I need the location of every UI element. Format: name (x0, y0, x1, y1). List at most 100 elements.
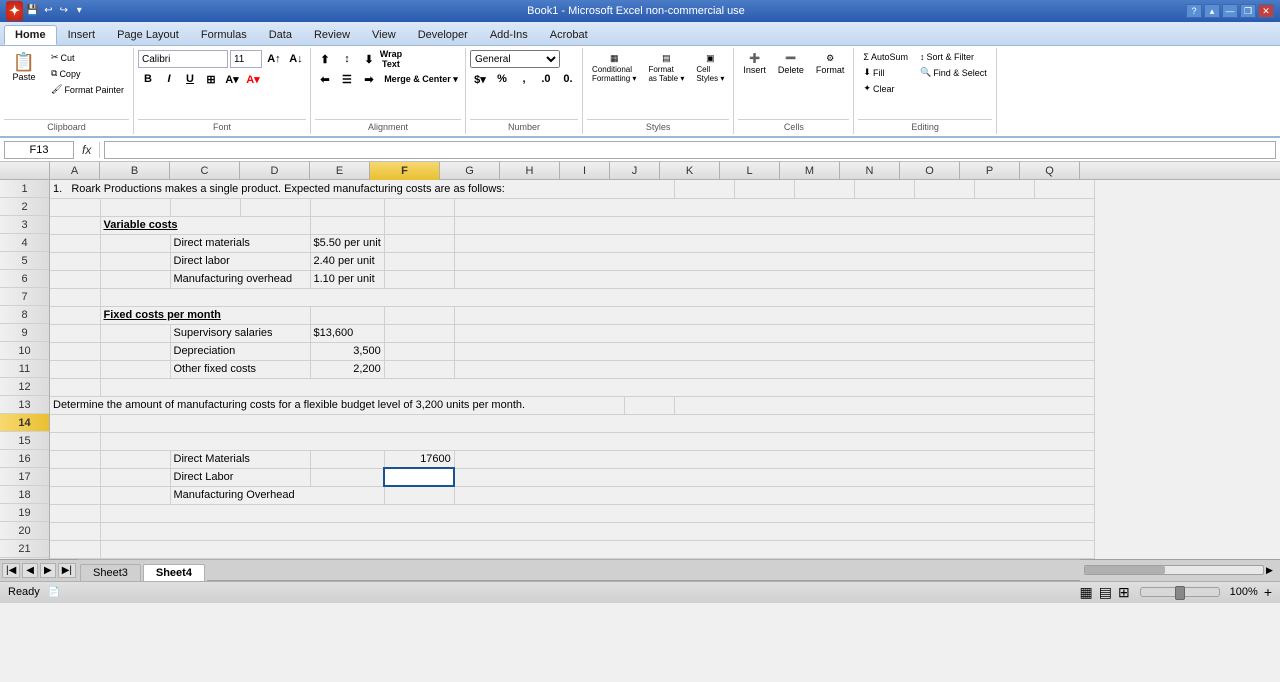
decrease-font-btn[interactable]: A↓ (286, 50, 306, 68)
row-num-10[interactable]: 10 (0, 342, 49, 360)
row-num-4[interactable]: 4 (0, 234, 49, 252)
tab-addins[interactable]: Add-Ins (479, 25, 539, 45)
cell-J13[interactable] (624, 396, 674, 414)
cell-A6[interactable] (50, 270, 100, 288)
col-header-H[interactable]: H (500, 162, 560, 180)
cut-button[interactable]: ✂ Cut (46, 50, 129, 65)
cell-A8[interactable] (50, 306, 100, 324)
cell-L1[interactable] (734, 180, 794, 198)
tab-home[interactable]: Home (4, 25, 57, 45)
sort-filter-button[interactable]: ↕ Sort & Filter (915, 50, 992, 64)
italic-button[interactable]: I (159, 70, 179, 88)
cell-C5[interactable]: Direct labor (170, 252, 310, 270)
cell-N1[interactable] (854, 180, 914, 198)
cell-B16[interactable] (100, 450, 170, 468)
tab-formulas[interactable]: Formulas (190, 25, 258, 45)
row-num-15[interactable]: 15 (0, 432, 49, 450)
sheet-nav-last[interactable]: ▶| (58, 563, 76, 578)
cell-C6[interactable]: Manufacturing overhead (170, 270, 310, 288)
decrease-decimal-btn[interactable]: 0. (558, 70, 578, 88)
row-num-18[interactable]: 18 (0, 486, 49, 504)
align-left-btn[interactable]: ⬅ (315, 70, 335, 88)
cell-C9[interactable]: Supervisory salaries (170, 324, 310, 342)
cell-O1[interactable] (914, 180, 974, 198)
row-num-14[interactable]: 14 (0, 414, 49, 432)
cell-C11[interactable]: Other fixed costs (170, 360, 310, 378)
tab-view[interactable]: View (361, 25, 407, 45)
tab-page-layout[interactable]: Page Layout (106, 25, 190, 45)
tab-data[interactable]: Data (258, 25, 303, 45)
col-header-E[interactable]: E (310, 162, 370, 180)
cell-B2[interactable] (100, 198, 170, 216)
quick-dropdown[interactable]: ▾ (73, 1, 86, 19)
cell-A5[interactable] (50, 252, 100, 270)
font-size-input[interactable] (230, 50, 262, 68)
row-num-5[interactable]: 5 (0, 252, 49, 270)
cell-P1[interactable] (974, 180, 1034, 198)
copy-button[interactable]: ⧉ Copy (46, 66, 129, 81)
cell-F8[interactable] (384, 306, 454, 324)
cell-B11[interactable] (100, 360, 170, 378)
cell-E3[interactable] (310, 216, 384, 234)
col-header-L[interactable]: L (720, 162, 780, 180)
row-num-7[interactable]: 7 (0, 288, 49, 306)
cell-A9[interactable] (50, 324, 100, 342)
cell-C2[interactable] (170, 198, 240, 216)
cell-A2[interactable] (50, 198, 100, 216)
cell-B8[interactable]: Fixed costs per month (100, 306, 310, 324)
cell-E5[interactable]: 2.40 per unit (310, 252, 384, 270)
cell-A14[interactable] (50, 414, 100, 432)
cell-F3[interactable] (384, 216, 454, 234)
format-painter-button[interactable]: 🖌 Format Painter (46, 82, 129, 97)
zoom-slider[interactable] (1175, 586, 1185, 600)
cell-A15[interactable] (50, 432, 100, 450)
maximize-btn[interactable]: ❐ (1240, 4, 1256, 18)
row-num-1[interactable]: 1 (0, 180, 49, 198)
align-top-btn[interactable]: ⬆ (315, 50, 335, 68)
font-name-input[interactable] (138, 50, 228, 68)
row-num-8[interactable]: 8 (0, 306, 49, 324)
row-num-11[interactable]: 11 (0, 360, 49, 378)
col-header-I[interactable]: I (560, 162, 610, 180)
sheet-tab-sheet4[interactable]: Sheet4 (143, 564, 205, 581)
cell-A12[interactable] (50, 378, 100, 396)
col-header-F[interactable]: F (370, 162, 440, 180)
col-header-N[interactable]: N (840, 162, 900, 180)
row-num-21[interactable]: 21 (0, 540, 49, 558)
cell-C18[interactable]: Manufacturing Overhead (170, 486, 384, 504)
cell-C16[interactable]: Direct Materials (170, 450, 310, 468)
cell-E16[interactable] (310, 450, 384, 468)
number-format-select[interactable]: General Number Currency Short Date (470, 50, 560, 68)
close-btn[interactable]: ✕ (1258, 4, 1274, 18)
row-num-16[interactable]: 16 (0, 450, 49, 468)
cell-F4[interactable] (384, 234, 454, 252)
align-center-btn[interactable]: ☰ (337, 70, 357, 88)
underline-button[interactable]: U (180, 70, 200, 88)
cell-F16[interactable]: 17600 (384, 450, 454, 468)
ribbon-toggle[interactable]: ▴ (1204, 4, 1220, 18)
cell-E11[interactable]: 2,200 (310, 360, 384, 378)
row-num-12[interactable]: 12 (0, 378, 49, 396)
cell-F11[interactable] (384, 360, 454, 378)
cell-F6[interactable] (384, 270, 454, 288)
scroll-right-btn[interactable]: ▶ (1266, 565, 1273, 576)
row-num-2[interactable]: 2 (0, 198, 49, 216)
row-num-17[interactable]: 17 (0, 468, 49, 486)
row-num-9[interactable]: 9 (0, 324, 49, 342)
cell-B6[interactable] (100, 270, 170, 288)
col-header-O[interactable]: O (900, 162, 960, 180)
tab-acrobat[interactable]: Acrobat (539, 25, 599, 45)
sheet-nav-next[interactable]: ▶ (40, 563, 56, 578)
tab-insert[interactable]: Insert (57, 25, 107, 45)
align-right-btn[interactable]: ➡ (359, 70, 379, 88)
cell-F9[interactable] (384, 324, 454, 342)
format-button[interactable]: ⚙ Format (811, 50, 850, 78)
col-header-C[interactable]: C (170, 162, 240, 180)
row-num-6[interactable]: 6 (0, 270, 49, 288)
cell-C17[interactable]: Direct Labor (170, 468, 310, 486)
col-header-Q[interactable]: Q (1020, 162, 1080, 180)
help-btn[interactable]: ? (1186, 4, 1202, 18)
clear-button[interactable]: ✦ Clear (858, 81, 913, 96)
col-header-P[interactable]: P (960, 162, 1020, 180)
font-color-button[interactable]: A▾ (243, 70, 263, 88)
